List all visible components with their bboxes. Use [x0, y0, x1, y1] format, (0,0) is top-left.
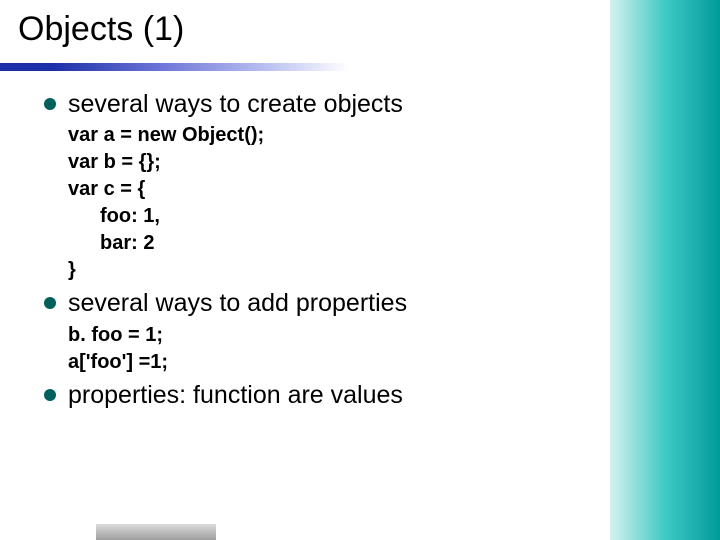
bullet-text: several ways to create objects	[68, 89, 403, 120]
code-line: var a = new Object();	[68, 122, 590, 149]
slide-title: Objects (1)	[18, 10, 720, 49]
code-block-add: b. foo = 1; a['foo'] =1;	[68, 322, 590, 376]
code-line: var b = {};	[68, 149, 590, 176]
code-line: b. foo = 1;	[68, 322, 590, 349]
code-line: }	[68, 257, 590, 284]
bullet-item: several ways to add properties	[44, 288, 590, 319]
code-line: var c = {	[68, 176, 590, 203]
bullet-item: several ways to create objects	[44, 89, 590, 120]
bullet-text: properties: function are values	[68, 380, 403, 411]
slide-content: several ways to create objects var a = n…	[18, 89, 720, 411]
code-line: foo: 1,	[100, 203, 590, 230]
bullet-text: several ways to add properties	[68, 288, 407, 319]
code-block-create: var a = new Object(); var b = {}; var c …	[68, 122, 590, 284]
bullet-item: properties: function are values	[44, 380, 590, 411]
bullet-icon	[44, 297, 56, 309]
bullet-icon	[44, 389, 56, 401]
bullet-icon	[44, 98, 56, 110]
code-line: bar: 2	[100, 230, 590, 257]
code-line: a['foo'] =1;	[68, 349, 590, 376]
slide: Objects (1) several ways to create objec…	[0, 0, 720, 540]
title-underline	[18, 55, 720, 75]
